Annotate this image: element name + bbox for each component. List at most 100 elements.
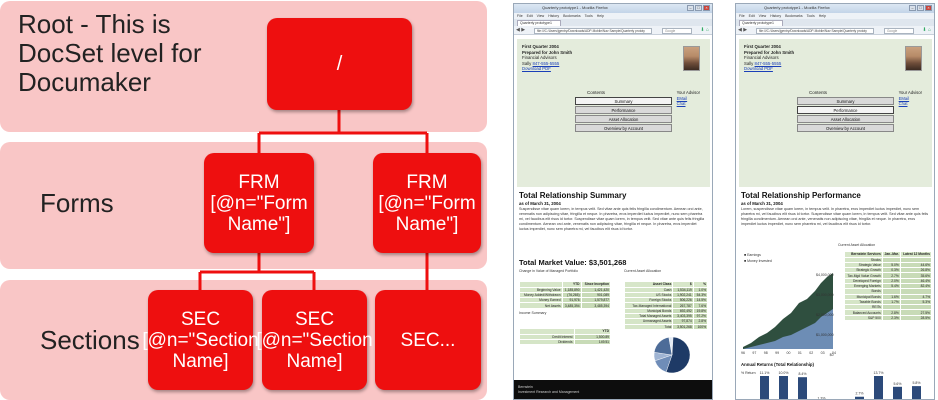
back-forward-icon[interactable]: ◀ ▶ — [516, 27, 525, 33]
page-content: First Quarter 2004 Prepared for John Smi… — [514, 35, 712, 399]
section-node-2: SEC [@n="Section Name] — [256, 290, 373, 390]
download-pdf-link[interactable]: Download PDF — [744, 66, 794, 72]
title-bar: Quarterly prototype1 - Mozilla Firefox –… — [736, 4, 934, 13]
minimize-button[interactable]: – — [687, 5, 694, 11]
menu-view[interactable]: View — [759, 14, 767, 18]
intro-paragraph: Suspendisse vitae quam lorem, in tempus … — [519, 207, 705, 231]
summary-button[interactable]: Summary — [575, 97, 672, 105]
search-input[interactable]: Google — [662, 28, 692, 34]
maximize-button[interactable]: □ — [917, 5, 924, 11]
intro-paragraph: Lorem, suspendisse vitae quam lorem, in … — [741, 207, 929, 226]
performance-button[interactable]: Performance — [575, 106, 672, 114]
menu-edit[interactable]: Edit — [527, 14, 533, 18]
menu-tools[interactable]: Tools — [807, 14, 815, 18]
your-advisor: Your Advisor EMail Chat — [899, 90, 922, 107]
table-cell: Tax-Managed International — [623, 302, 674, 309]
change-caption: Change in Value of Managed Portfolio — [519, 269, 578, 273]
return-bar-label: 2.7% — [856, 392, 864, 396]
menu-help[interactable]: Help — [819, 14, 826, 18]
overview-by-account-button[interactable]: Overview by Account — [575, 124, 672, 132]
window-controls: – □ × — [909, 5, 932, 11]
maximize-button[interactable]: □ — [695, 5, 702, 11]
table-cell: Dividends — [519, 338, 575, 346]
return-bar — [874, 376, 883, 399]
contents-title: Contents — [587, 90, 606, 95]
browser-window-performance: Quarterly prototype1 - Mozilla Firefox –… — [735, 3, 935, 400]
chat-link[interactable]: Chat — [899, 101, 922, 107]
nav-bar: ◀ ▶ file:///C:/Users/jgentry/Downloads/A… — [514, 26, 712, 35]
form-node-1: FRM [@n="Form Name"] — [204, 153, 314, 253]
x-tick: 00 — [786, 351, 791, 355]
menu-history[interactable]: History — [548, 14, 559, 18]
as-of-date: as of March 31, 2004 — [519, 201, 561, 206]
asset-allocation-button[interactable]: Asset Allocation — [797, 115, 894, 123]
change-header: Since Inception — [580, 281, 612, 288]
tab-bar: Quarterly prototype1 — [736, 19, 934, 26]
summary-button[interactable]: Summary — [797, 97, 894, 105]
menu-bookmarks[interactable]: Bookmarks — [785, 14, 803, 18]
x-tick: 97 — [752, 351, 757, 355]
legend-earnings-label: Earnings — [747, 253, 761, 257]
return-bar-label: 5.8% — [913, 381, 921, 385]
overview-by-account-button[interactable]: Overview by Account — [797, 124, 894, 132]
table-cell: 28.5% — [899, 314, 933, 322]
as-of-date: as of March 31, 2004 — [741, 201, 783, 206]
market-value-title: Total Market Value: $3,501,268 — [519, 258, 627, 267]
phone-link[interactable]: 847-555-5555 — [533, 61, 560, 66]
section-title: Total Relationship Performance — [741, 191, 861, 200]
form-node-2: FRM [@n="Form Name"] — [373, 153, 481, 253]
menu-edit[interactable]: Edit — [749, 14, 755, 18]
phone-link[interactable]: 847-555-5555 — [755, 61, 782, 66]
tab-bar: Quarterly prototype1 — [514, 19, 712, 26]
x-tick: 96 — [741, 351, 745, 355]
x-tick: 99 — [775, 351, 780, 355]
menu-bookmarks[interactable]: Bookmarks — [563, 14, 581, 18]
back-forward-icon[interactable]: ◀ ▶ — [738, 27, 747, 33]
table-cell: Tax-Mgd Value Growth — [844, 272, 883, 279]
close-button[interactable]: × — [703, 5, 710, 11]
y-tick: $1,000,000 — [816, 333, 834, 337]
return-bar-label: 13.7% — [874, 371, 884, 375]
return-bar-label: 1.3% — [818, 397, 826, 400]
return-bar-label: 10.0% — [779, 371, 789, 375]
asset-allocation-button[interactable]: Asset Allocation — [575, 115, 672, 123]
client-info: First Quarter 2004 Prepared for John Smi… — [522, 44, 572, 72]
chat-link[interactable]: Chat — [677, 101, 700, 107]
y-tick: $3,000,000 — [816, 293, 834, 297]
table-cell: 100% — [692, 323, 709, 330]
return-bar — [760, 376, 769, 399]
section-node-1: SEC [@n="Section Name] — [142, 290, 259, 390]
url-input[interactable]: file:///C:/Users/jgentry/Downloads/ADP-M… — [756, 28, 874, 34]
table-cell: Net Assets — [519, 302, 563, 309]
your-advisor-label: Your Advisor — [676, 90, 700, 95]
x-tick: 01 — [797, 351, 802, 355]
search-input[interactable]: Google — [884, 28, 914, 34]
allocation-table: Asset Class $ % Cash 1,534,119 1.0% US Sto… — [623, 281, 709, 330]
menu-help[interactable]: Help — [597, 14, 604, 18]
download-icon[interactable]: ⬇ ⌂ — [922, 27, 931, 33]
table-cell: 1,185,890 — [561, 286, 582, 293]
minimize-button[interactable]: – — [909, 5, 916, 11]
your-advisor-label: Your Advisor — [898, 90, 922, 95]
returns-ylabel: % Return — [741, 371, 756, 375]
download-pdf-link[interactable]: Download PDF — [522, 66, 572, 72]
menu-file[interactable]: File — [517, 14, 523, 18]
menu-tools[interactable]: Tools — [585, 14, 593, 18]
menu-history[interactable]: History — [770, 14, 781, 18]
header-panel: First Quarter 2004 Prepared for John Smi… — [517, 39, 710, 187]
return-bar — [798, 377, 807, 399]
url-input[interactable]: file:///C:/Users/jgentry/Downloads/ADP-M… — [534, 28, 652, 34]
performance-button[interactable]: Performance — [797, 106, 894, 114]
footer-tagline: Investment Research and Management — [518, 389, 580, 394]
y-tick: $4,000,000 — [816, 273, 834, 277]
menu-view[interactable]: View — [537, 14, 545, 18]
title-bar: Quarterly prototype1 - Mozilla Firefox –… — [514, 4, 712, 13]
menu-file[interactable]: File — [739, 14, 745, 18]
footer: Bernstein Investment Research and Manage… — [514, 380, 712, 399]
window-title: Quarterly prototype1 - Mozilla Firefox — [542, 5, 608, 10]
change-table: YTD Since Inception Beginning Value 1,185… — [519, 281, 612, 309]
table-row: Net Assets 3,485,394 3,485,394 — [519, 302, 612, 309]
close-button[interactable]: × — [925, 5, 932, 11]
download-icon[interactable]: ⬇ ⌂ — [700, 27, 709, 33]
table-cell: 3,485,394 — [580, 302, 612, 309]
